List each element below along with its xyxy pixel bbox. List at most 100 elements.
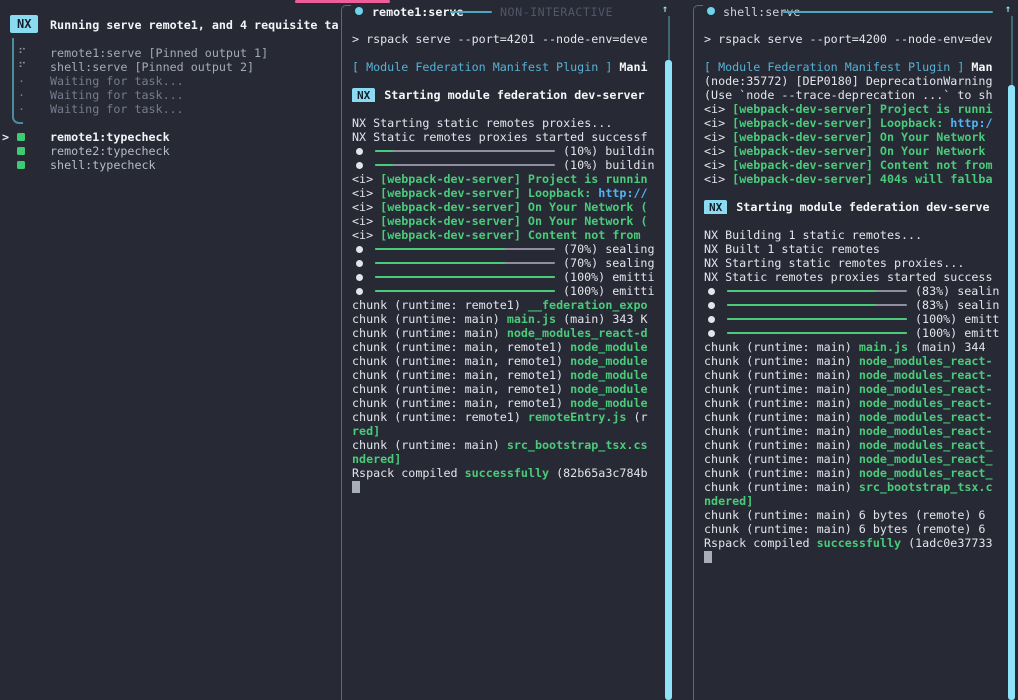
log-text: chunk (runtime: main, remote1) bbox=[352, 340, 570, 354]
log-line bbox=[704, 214, 1009, 228]
scrollbar-track[interactable] bbox=[668, 16, 670, 60]
log-line: <i> [webpack-dev-server] Project is runn… bbox=[704, 102, 1009, 116]
log-text: node_modules_react- bbox=[859, 410, 993, 424]
log-text: chunk (runtime: main) bbox=[352, 438, 507, 452]
scroll-up-icon[interactable]: ↑ bbox=[662, 3, 668, 17]
progress-bar bbox=[375, 276, 555, 278]
log-text: chunk (runtime: main) bbox=[704, 466, 859, 480]
non-interactive-tag: NON-INTERACTIVE bbox=[500, 5, 613, 19]
log-line: (100%) emitt bbox=[704, 312, 1009, 326]
log-line: [ Module Federation Manifest Plugin ] Ma… bbox=[352, 60, 662, 74]
progress-bar-fill bbox=[375, 290, 555, 292]
log-text: [webpack-dev-server] On Your Network ( bbox=[380, 214, 647, 228]
selection-caret-icon: > bbox=[2, 130, 9, 144]
log-text: <i> bbox=[352, 214, 380, 228]
log-text: (1adc0e37733 bbox=[901, 536, 992, 550]
log-line: (100%) emitti bbox=[352, 284, 662, 298]
scrollbar-track[interactable] bbox=[1011, 16, 1013, 85]
log-text: successfully bbox=[817, 536, 901, 550]
log-line: <i> [webpack-dev-server] 404s will fallb… bbox=[704, 172, 1009, 186]
log-text: chunk (runtime: main) bbox=[704, 410, 859, 424]
log-text: NX Static remotes proxies started succes… bbox=[704, 270, 993, 284]
log-line: chunk (runtime: main) node_modules_react… bbox=[704, 382, 1009, 396]
nx-badge: NX bbox=[704, 200, 727, 214]
progress-bullet-icon bbox=[356, 246, 363, 253]
log-text: node_modules_react_ bbox=[859, 466, 993, 480]
log-line bbox=[704, 186, 1009, 200]
scrollbar-thumb[interactable] bbox=[1008, 85, 1015, 700]
log-line: <i> [webpack-dev-server] Project is runn… bbox=[352, 172, 662, 186]
progress-label: (70%) sealing bbox=[563, 242, 654, 256]
scroll-up-icon[interactable]: ↑ bbox=[1005, 3, 1011, 17]
log-text: chunk (runtime: main) 6 bytes (remote) 6 bbox=[704, 508, 985, 522]
log-text: [webpack-dev-server] Content not from bbox=[380, 228, 640, 242]
progress-bar bbox=[727, 290, 907, 292]
log-text: node_module bbox=[570, 396, 647, 410]
pane-left-border bbox=[693, 5, 703, 700]
scrollbar-thumb[interactable] bbox=[665, 60, 672, 700]
log-line: chunk (runtime: main) node_modules_react… bbox=[704, 368, 1009, 382]
log-text: ndered] bbox=[352, 452, 401, 466]
running-indicator-dot bbox=[355, 7, 363, 15]
log-line: NX Building 1 static remotes... bbox=[704, 228, 1009, 242]
log-line: Rspack compiled successfully (1adc0e3773… bbox=[704, 536, 1009, 550]
progress-bullet-icon bbox=[708, 288, 715, 295]
log-line: (70%) sealing bbox=[352, 242, 662, 256]
log-text: NX Starting static remotes proxies... bbox=[704, 256, 964, 270]
progress-label: (100%) emitti bbox=[563, 270, 654, 284]
log-line: > rspack serve --port=4201 --node-env=de… bbox=[352, 32, 662, 46]
log-text: node_modules_react- bbox=[859, 396, 993, 410]
progress-bar-fill bbox=[375, 276, 555, 278]
log-text: successfully bbox=[465, 466, 549, 480]
log-line: (10%) buildin bbox=[352, 144, 662, 158]
log-text: node_module bbox=[570, 382, 647, 396]
progress-bar-fill bbox=[727, 290, 876, 292]
log-line: ndered] bbox=[704, 494, 1009, 508]
progress-bullet-icon bbox=[708, 302, 715, 309]
log-text: src_bootstrap_tsx.cs bbox=[507, 438, 648, 452]
task-row[interactable]: remote2:typecheck bbox=[0, 144, 341, 158]
log-text: <i> bbox=[704, 130, 732, 144]
task-row[interactable]: shell:typecheck bbox=[0, 158, 341, 172]
log-line: chunk (runtime: remote1) remoteEntry.js … bbox=[352, 410, 662, 424]
task-row[interactable]: ·Waiting for task... bbox=[0, 74, 341, 88]
log-text: [webpack-dev-server] Loopback: bbox=[732, 116, 950, 130]
log-line: chunk (runtime: main) node_modules_react… bbox=[704, 396, 1009, 410]
log-line: NX Built 1 static remotes bbox=[704, 242, 1009, 256]
progress-bullet-icon bbox=[708, 330, 715, 337]
log-text: chunk (runtime: main) bbox=[352, 312, 507, 326]
log-text: <i> bbox=[352, 172, 380, 186]
progress-bar bbox=[375, 262, 555, 264]
task-row[interactable]: >remote1:typecheck bbox=[0, 130, 341, 144]
task-row[interactable]: ·Waiting for task... bbox=[0, 102, 341, 116]
log-line: chunk (runtime: remote1) __federation_ex… bbox=[352, 298, 662, 312]
log-line: chunk (runtime: main, remote1) node_modu… bbox=[352, 340, 662, 354]
log-line: NX Static remotes proxies started succes… bbox=[352, 130, 662, 144]
log-text: (node:35772) [DEP0180] DeprecationWarnin… bbox=[704, 74, 993, 88]
log-text: main.js bbox=[507, 312, 556, 326]
progress-bar-fill bbox=[727, 332, 907, 334]
task-row[interactable]: ⠋remote1:serve [Pinned output 1] bbox=[0, 46, 341, 60]
log-text: node_module bbox=[570, 368, 647, 382]
log-line: <i> [webpack-dev-server] Content not fro… bbox=[352, 228, 662, 242]
log-text: (main) 343 K bbox=[556, 312, 647, 326]
log-line: (10%) buildin bbox=[352, 158, 662, 172]
log-text: [webpack-dev-server] Loopback: bbox=[380, 186, 598, 200]
progress-bar bbox=[727, 304, 907, 306]
task-row[interactable]: ·Waiting for task... bbox=[0, 88, 341, 102]
log-line: <i> [webpack-dev-server] On Your Network bbox=[704, 130, 1009, 144]
log-line: (100%) emitt bbox=[704, 326, 1009, 340]
progress-label: (70%) sealing bbox=[563, 256, 654, 270]
log-line: NXStarting module federation dev-server bbox=[352, 88, 662, 102]
log-line: chunk (runtime: main) node_modules_react… bbox=[704, 424, 1009, 438]
log-text: <i> bbox=[704, 144, 732, 158]
task-row[interactable]: ⠋shell:serve [Pinned output 2] bbox=[0, 60, 341, 74]
log-line: <i> [webpack-dev-server] Loopback: http:… bbox=[352, 186, 662, 200]
log-text: chunk (runtime: main) bbox=[704, 480, 859, 494]
log-text: chunk (runtime: main) bbox=[704, 354, 859, 368]
log-line: (100%) emitti bbox=[352, 270, 662, 284]
log-text: chunk (runtime: main) bbox=[704, 424, 859, 438]
task-label: remote1:serve [Pinned output 1] bbox=[50, 46, 268, 60]
log-text: Man bbox=[964, 60, 992, 74]
progress-bar-fill bbox=[375, 262, 505, 264]
